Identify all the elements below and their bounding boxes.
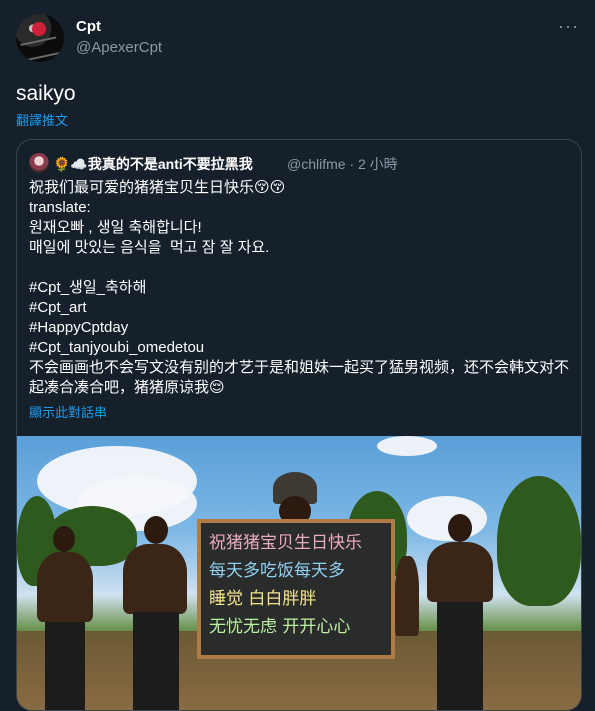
board-line: 睡觉 白白胖胖 [209, 589, 317, 609]
display-name[interactable]: Cpt [76, 18, 101, 35]
quoted-tweet-header: 🌻☁️我真的不是anti不要拉黑我 @chlifme · 2 小時 [29, 152, 569, 174]
quoted-tweet-text: 祝我们最可爱的猪猪宝贝生日快乐😚😚 translate: 원재오빠 , 생일 축… [29, 179, 570, 396]
translate-tweet-link[interactable]: 翻譯推文 [16, 110, 68, 129]
user-handle[interactable]: @ApexerCpt [76, 39, 162, 56]
person-torso [123, 544, 187, 614]
person-head [53, 526, 75, 552]
show-thread-link[interactable]: 顯示此對話串 [29, 402, 107, 421]
person-head [144, 516, 168, 544]
person-pants [45, 622, 85, 710]
cloud-shape [377, 436, 437, 456]
person-head [448, 514, 472, 542]
tweet-text: saikyo [16, 82, 76, 105]
person-pants [437, 602, 483, 710]
avatar[interactable] [16, 14, 64, 62]
chalkboard-sign: 祝猪猪宝贝生日快乐 每天多吃饭每天多 睡觉 白白胖胖 无忧无虑 开开心心 [197, 519, 395, 659]
person-pants [133, 612, 179, 710]
board-line: 每天多吃饭每天多 [209, 561, 345, 581]
cloud-shape [407, 496, 487, 541]
quoted-tweet[interactable]: 🌻☁️我真的不是anti不要拉黑我 @chlifme · 2 小時 祝我们最可爱… [16, 139, 582, 711]
quoted-avatar[interactable] [29, 153, 49, 173]
avatar-scribble [20, 36, 60, 62]
more-options-icon[interactable]: ··· [558, 16, 579, 37]
tweet-header: Cpt @ApexerCpt ··· [16, 14, 579, 66]
tree-shape [497, 476, 581, 606]
board-line: 祝猪猪宝贝生日快乐 [209, 533, 362, 553]
person-torso [37, 552, 93, 622]
person-torso [427, 542, 493, 602]
person-torso [395, 556, 419, 636]
video-media[interactable]: 祝猪猪宝贝生日快乐 每天多吃饭每天多 睡觉 白白胖胖 无忧无虑 开开心心 [17, 436, 581, 710]
quoted-handle-time[interactable]: @chlifme · 2 小時 [287, 154, 398, 174]
avatar-red-mark [32, 22, 46, 36]
quoted-display-name[interactable]: 🌻☁️我真的不是anti不要拉黑我 [53, 154, 253, 174]
board-line: 无忧无虑 开开心心 [209, 617, 351, 637]
